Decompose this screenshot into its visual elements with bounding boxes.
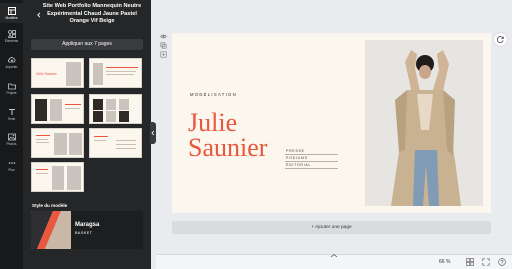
thumbnail-photo [106,99,116,110]
page-heading[interactable]: Julie Saunier [188,108,268,162]
thumbnail-text-line [106,67,138,68]
thumbnail-photo [54,133,67,155]
rail-label: Modèles [5,16,18,20]
thumbnail-text-line [36,173,48,174]
thumbnail-photo [50,99,62,121]
elements-icon [7,30,16,38]
template-style-heading: Style du modèle [32,203,68,208]
rail-label: Photos [6,142,17,146]
text-icon [8,109,15,115]
page-tools [160,33,168,60]
style-font-name: BASKET [75,231,93,235]
thumbnail-photo [66,62,81,86]
thumbnail-text-line [106,71,136,72]
menu-item-press[interactable]: PRESSE [285,148,338,155]
thumbnail-photo [93,111,103,122]
refresh-icon [496,36,504,43]
thumbnail-photo [119,111,129,122]
thumbnail-photo [69,133,82,155]
left-rail: Modèles Éléments Importer Projets Texte … [0,0,23,269]
chevron-up-icon[interactable] [328,253,340,258]
fullscreen-icon[interactable] [482,258,490,266]
thumbnail-photo [106,111,116,122]
thumbnail-text-line [116,140,136,141]
thumbnail-text-line [36,169,48,170]
thumbnail-text-line [36,142,49,143]
template-panel: Site Web Portfolio Mannequin Neutre Expé… [23,0,151,269]
design-page[interactable]: MODÉLISATION Julie Saunier PRESSE PODIUM… [172,33,491,213]
thumbnail-text-line [106,74,134,75]
page-menu: PRESSE PODIUMS ÉDITORIAL [285,148,338,169]
rail-label: Importer [5,65,18,69]
chevron-left-icon [151,130,155,136]
more-icon [8,162,15,164]
page-thumbnail[interactable] [31,128,84,158]
thumbnail-text-line [65,104,81,105]
thumbnail-text-line [94,136,108,137]
rail-item-more[interactable]: Plus [0,159,23,172]
grid-view-icon[interactable] [466,258,474,266]
page-eyebrow[interactable]: MODÉLISATION [190,92,237,97]
page-thumbnail[interactable] [31,94,84,124]
heading-first-name: Julie [188,108,238,137]
template-title: Site Web Portfolio Mannequin Neutre Expé… [42,3,142,25]
thumbnail-photo [52,166,64,190]
color-palette-swatch [31,211,71,249]
zoom-level[interactable]: 66 % [439,259,450,265]
apply-to-all-pages-button[interactable]: Appliquer aux 7 pages [31,39,143,50]
bottom-bar: 66 % [156,253,512,269]
rail-label: Texte [7,117,16,121]
thumbnail-photo [35,99,47,121]
thumbnail-photo [93,63,103,85]
upload-icon [7,57,15,63]
page-thumbnail[interactable]: Julie Saunier [31,58,84,88]
template-icon [7,7,16,15]
heading-last-name: Saunier [188,133,268,162]
rail-item-text[interactable]: Texte [0,108,23,121]
thumbnail-text-line [36,139,48,140]
rail-item-elements[interactable]: Éléments [0,30,23,43]
rail-label: Éléments [4,39,19,43]
help-icon[interactable] [498,258,506,266]
add-page-icon[interactable] [160,51,167,58]
style-name: Maragsa [75,222,100,228]
page-thumbnail[interactable] [89,128,142,158]
rail-item-photos[interactable]: Photos [0,133,23,146]
rail-item-upload[interactable]: Importer [0,56,23,69]
thumbnail-text-line [65,108,80,109]
thumbnail-photo [119,99,129,110]
thumbnail-text-line [116,144,136,145]
thumbnail-photo [93,99,103,110]
folder-icon [7,83,16,90]
thumbnail-text-line [116,148,136,149]
template-style-card[interactable]: Maragsa BASKET [31,211,143,249]
photo-icon [7,133,16,141]
thumbnail-text-line [94,140,106,141]
rail-label: Projets [6,91,17,95]
page-thumbnail[interactable] [31,162,84,192]
menu-item-editorial[interactable]: ÉDITORIAL [285,162,338,169]
page-thumbnail[interactable] [89,94,142,124]
menu-item-runway[interactable]: PODIUMS [285,155,338,162]
editor-app: Modèles Éléments Importer Projets Texte … [0,0,512,269]
rail-label: Plus [8,168,15,172]
rail-item-templates[interactable]: Modèles [0,3,23,23]
add-page-button[interactable]: + Ajouter une page [172,221,491,234]
page-thumbnail[interactable] [89,58,142,88]
hide-page-icon[interactable] [160,33,167,40]
model-photo[interactable] [365,40,483,206]
thumbnail-title: Julie Saunier [36,71,57,76]
duplicate-page-icon[interactable] [160,42,167,49]
collapse-panel-handle[interactable] [150,122,156,144]
refresh-button[interactable] [494,33,507,46]
model-figure-image [365,40,483,206]
thumbnail-text-line [36,135,50,136]
thumbnail-photo [67,166,81,190]
rail-item-projects[interactable]: Projets [0,82,23,95]
